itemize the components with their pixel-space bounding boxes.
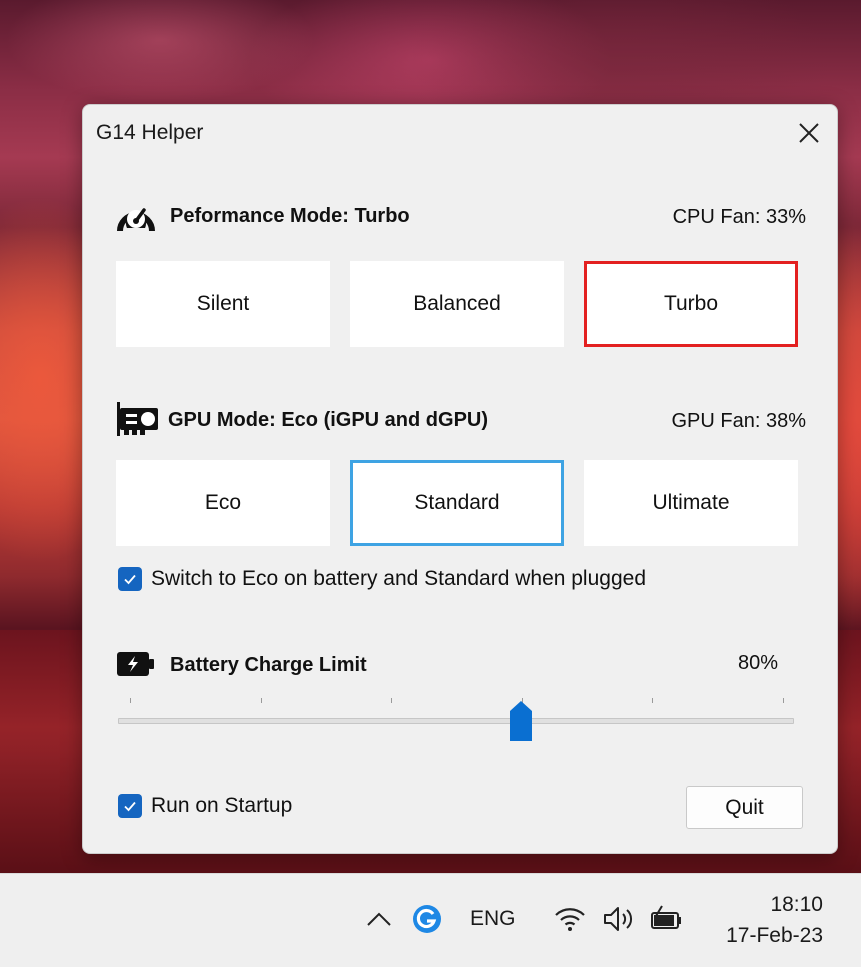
- battery-limit-value: 80%: [737, 652, 778, 674]
- auto-switch-gpu-checkbox[interactable]: Switch to Eco on battery and Standard wh…: [118, 567, 646, 591]
- speaker-icon: [604, 907, 633, 931]
- battery-status-button[interactable]: [650, 904, 684, 934]
- checkbox-checked[interactable]: [118, 567, 142, 591]
- battery-header: Battery Charge Limit: [116, 645, 806, 685]
- performance-header: Peformance Mode: Turbo CPU Fan: 33%: [116, 197, 806, 237]
- battery-limit-slider[interactable]: [118, 695, 794, 745]
- run-on-startup-label: Run on Startup: [151, 794, 293, 817]
- window-title: G14 Helper: [96, 121, 204, 144]
- show-hidden-icons-button[interactable]: [366, 906, 392, 932]
- slider-tick: [261, 698, 262, 703]
- close-icon: [799, 123, 819, 143]
- chevron-up-icon: [367, 912, 391, 926]
- checkmark-icon: [124, 574, 136, 585]
- silent-button[interactable]: Silent: [116, 261, 330, 347]
- turbo-button[interactable]: Turbo: [584, 261, 798, 347]
- eco-button[interactable]: Eco: [116, 460, 330, 546]
- checkmark-icon: [124, 801, 136, 812]
- run-on-startup-checkbox[interactable]: Run on Startup: [118, 794, 292, 818]
- cpu-fan-label: CPU Fan: 33%: [672, 206, 806, 228]
- slider-thumb[interactable]: [510, 701, 532, 745]
- volume-button[interactable]: [602, 904, 636, 934]
- balanced-button[interactable]: Balanced: [350, 261, 564, 347]
- graphics-card-icon: [116, 400, 160, 442]
- checkbox-checked[interactable]: [118, 794, 142, 818]
- slider-track[interactable]: [118, 718, 794, 724]
- clock-date: 17-Feb-23: [726, 924, 823, 947]
- taskbar-clock[interactable]: 18:10 17-Feb-23: [726, 889, 823, 951]
- battery-charging-icon: [651, 905, 681, 929]
- g-helper-icon: [413, 905, 441, 933]
- input-language-indicator[interactable]: ENG: [470, 907, 516, 931]
- battery-charging-icon: [116, 651, 156, 681]
- ultimate-button[interactable]: Ultimate: [584, 460, 798, 546]
- standard-button[interactable]: Standard: [350, 460, 564, 546]
- slider-tick: [783, 698, 784, 703]
- slider-tick: [130, 698, 131, 703]
- battery-limit-title: Battery Charge Limit: [170, 654, 367, 676]
- title-bar[interactable]: G14 Helper: [83, 105, 837, 161]
- taskbar: ENG 18:10 17-Feb-23: [0, 873, 861, 967]
- network-button[interactable]: [554, 906, 586, 932]
- wifi-icon: [555, 908, 585, 931]
- speedometer-icon: [116, 197, 156, 237]
- g14-helper-window: G14 Helper Peformance Mode: Turbo CPU Fa…: [82, 104, 838, 854]
- clock-time: 18:10: [770, 893, 823, 916]
- g-helper-tray-button[interactable]: [412, 904, 442, 934]
- gpu-fan-label: GPU Fan: 38%: [671, 410, 806, 432]
- performance-mode-title: Peformance Mode: Turbo: [170, 205, 410, 227]
- gpu-mode-title: GPU Mode: Eco (iGPU and dGPU): [168, 409, 489, 431]
- auto-switch-gpu-label: Switch to Eco on battery and Standard wh…: [151, 567, 646, 590]
- close-button[interactable]: [787, 111, 831, 155]
- slider-tick: [652, 698, 653, 703]
- slider-tick: [391, 698, 392, 703]
- gpu-header: GPU Mode: Eco (iGPU and dGPU) GPU Fan: 3…: [116, 401, 806, 441]
- quit-button[interactable]: Quit: [686, 786, 803, 829]
